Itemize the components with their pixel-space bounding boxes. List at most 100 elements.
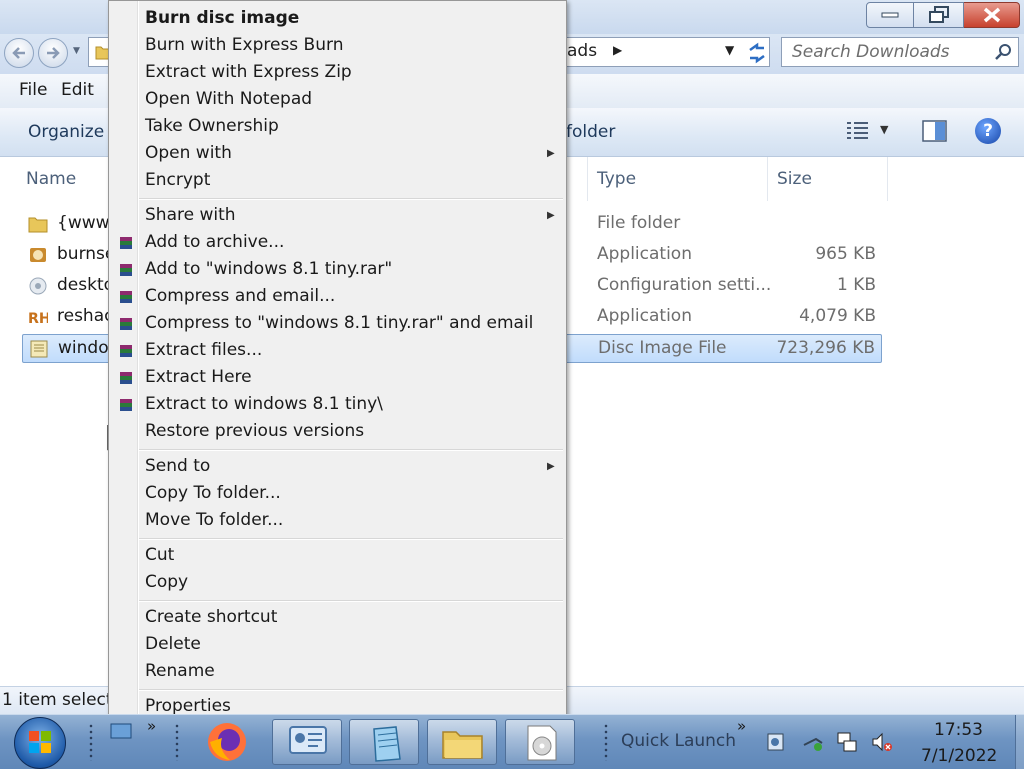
minimize-button[interactable] [866, 2, 914, 28]
menu-item-extract-here[interactable]: Extract Here [145, 364, 555, 391]
menu-item-restore-previous-versions[interactable]: Restore previous versions [145, 418, 555, 445]
column-name[interactable]: Name [26, 169, 76, 189]
file-size: 965 KB [815, 244, 876, 264]
tray-volume-muted-icon[interactable] [871, 731, 893, 753]
menu-item-burn-express-burn[interactable]: Burn with Express Burn [145, 32, 555, 59]
menu-item-cut[interactable]: Cut [145, 542, 555, 569]
close-icon [983, 7, 1000, 23]
clock-time[interactable]: 17:53 [934, 720, 983, 740]
restore-button[interactable] [914, 2, 964, 28]
window-controls [866, 2, 1020, 30]
minimize-icon [881, 12, 899, 18]
winrar-icon [120, 291, 132, 303]
menu-item-take-ownership[interactable]: Take Ownership [145, 113, 555, 140]
show-desktop-button[interactable] [1015, 715, 1024, 769]
recent-pages-chevron-icon[interactable]: ▼ [73, 46, 80, 56]
submenu-arrow-icon: ▶ [547, 461, 555, 472]
menu-item-encrypt[interactable]: Encrypt [145, 167, 555, 194]
preview-pane-icon[interactable] [922, 119, 948, 143]
menu-item-rename[interactable]: Rename [145, 658, 555, 685]
menu-item-extract-files[interactable]: Extract files... [145, 337, 555, 364]
breadcrumb-arrow-icon[interactable]: ▶ [613, 43, 622, 57]
address-dropdown-icon[interactable]: ▼ [725, 43, 734, 57]
submenu-arrow-icon: ▶ [547, 210, 555, 221]
forward-arrow-icon [47, 47, 60, 59]
tray-network-icon[interactable] [765, 731, 787, 753]
quick-launch-overflow-icon[interactable]: » [737, 717, 746, 735]
address-path-text: ads [567, 41, 598, 61]
column-size[interactable]: Size [777, 169, 812, 189]
column-divider[interactable] [767, 157, 768, 201]
menu-item-move-to-folder[interactable]: Move To folder... [145, 507, 555, 534]
menu-item-delete[interactable]: Delete [145, 631, 555, 658]
quick-launch-label[interactable]: Quick Launch [621, 731, 736, 751]
menu-item-send-to[interactable]: Send to [145, 453, 555, 480]
menu-icon-gutter [137, 1, 139, 719]
menu-file[interactable]: File [19, 80, 47, 100]
column-divider[interactable] [587, 157, 588, 201]
menu-edit[interactable]: Edit [61, 80, 94, 100]
refresh-icon[interactable] [745, 41, 769, 65]
winrar-icon [120, 237, 132, 249]
winrar-icon [120, 399, 132, 411]
close-button[interactable] [964, 2, 1020, 28]
burn-app-icon [30, 248, 46, 262]
file-type: Disc Image File [598, 338, 727, 358]
menu-separator [139, 449, 563, 451]
menu-item-compress-to-rar-and-email[interactable]: Compress to "windows 8.1 tiny.rar" and e… [145, 310, 555, 337]
forward-button[interactable] [38, 38, 68, 68]
menu-item-extract-express-zip[interactable]: Extract with Express Zip [145, 59, 555, 86]
restore-icon [928, 6, 949, 23]
menu-item-add-to-rar[interactable]: Add to "windows 8.1 tiny.rar" [145, 256, 555, 283]
menu-item-create-shortcut[interactable]: Create shortcut [145, 604, 555, 631]
column-divider[interactable] [887, 157, 888, 201]
menu-item-burn-disc-image[interactable]: Burn disc image [145, 5, 555, 32]
tray-safely-remove-icon[interactable] [802, 731, 824, 753]
show-desktop-icon[interactable] [110, 723, 132, 741]
windows-logo-icon [29, 731, 51, 753]
winrar-icon [120, 264, 132, 276]
disc-image-icon [30, 340, 48, 358]
toolbar-grip[interactable] [603, 723, 609, 761]
organize-button[interactable]: Organize [28, 122, 104, 142]
column-type[interactable]: Type [597, 169, 636, 189]
toolbar-grip[interactable] [174, 723, 180, 761]
menu-separator [139, 600, 563, 602]
menu-separator [139, 198, 563, 200]
menu-item-extract-to-folder[interactable]: Extract to windows 8.1 tiny\ [145, 391, 555, 418]
menu-item-copy[interactable]: Copy [145, 569, 555, 596]
firefox-icon[interactable] [204, 720, 250, 764]
menu-item-add-to-archive[interactable]: Add to archive... [145, 229, 555, 256]
menu-item-compress-and-email[interactable]: Compress and email... [145, 283, 555, 310]
taskbar-control-panel[interactable] [272, 719, 342, 765]
search-icon[interactable] [994, 43, 1012, 61]
menu-item-share-with[interactable]: Share with [145, 202, 555, 229]
search-box[interactable]: Search Downloads [781, 37, 1019, 67]
winrar-icon [120, 345, 132, 357]
taskbar-explorer[interactable] [427, 719, 497, 765]
menu-item-open-with[interactable]: Open with [145, 140, 555, 167]
taskbar-notepad[interactable] [349, 719, 419, 765]
control-panel-icon [289, 726, 327, 754]
winrar-icon [120, 318, 132, 330]
start-button[interactable] [14, 717, 66, 769]
notepad-icon [373, 726, 401, 762]
file-size: 723,296 KB [776, 338, 875, 358]
file-name: deskto [57, 275, 115, 295]
change-view-icon[interactable] [846, 120, 870, 140]
menu-item-copy-to-folder[interactable]: Copy To folder... [145, 480, 555, 507]
file-type: Application [597, 244, 692, 264]
clock-date[interactable]: 7/1/2022 [921, 746, 997, 766]
new-folder-button[interactable]: folder [566, 122, 615, 142]
help-icon[interactable]: ? [975, 118, 1001, 144]
file-size: 1 KB [836, 275, 876, 295]
back-button[interactable] [4, 38, 34, 68]
view-options-chevron-icon[interactable]: ▼ [880, 123, 888, 136]
menu-item-open-with-notepad[interactable]: Open With Notepad [145, 86, 555, 113]
tray-network-status-icon[interactable] [836, 731, 858, 753]
toolbar-overflow-icon[interactable]: » [147, 717, 156, 735]
taskbar-disc-image[interactable] [505, 719, 575, 765]
file-name: {www. [57, 213, 114, 233]
toolbar-grip[interactable] [88, 723, 94, 761]
status-text: 1 item selecte [2, 690, 124, 710]
